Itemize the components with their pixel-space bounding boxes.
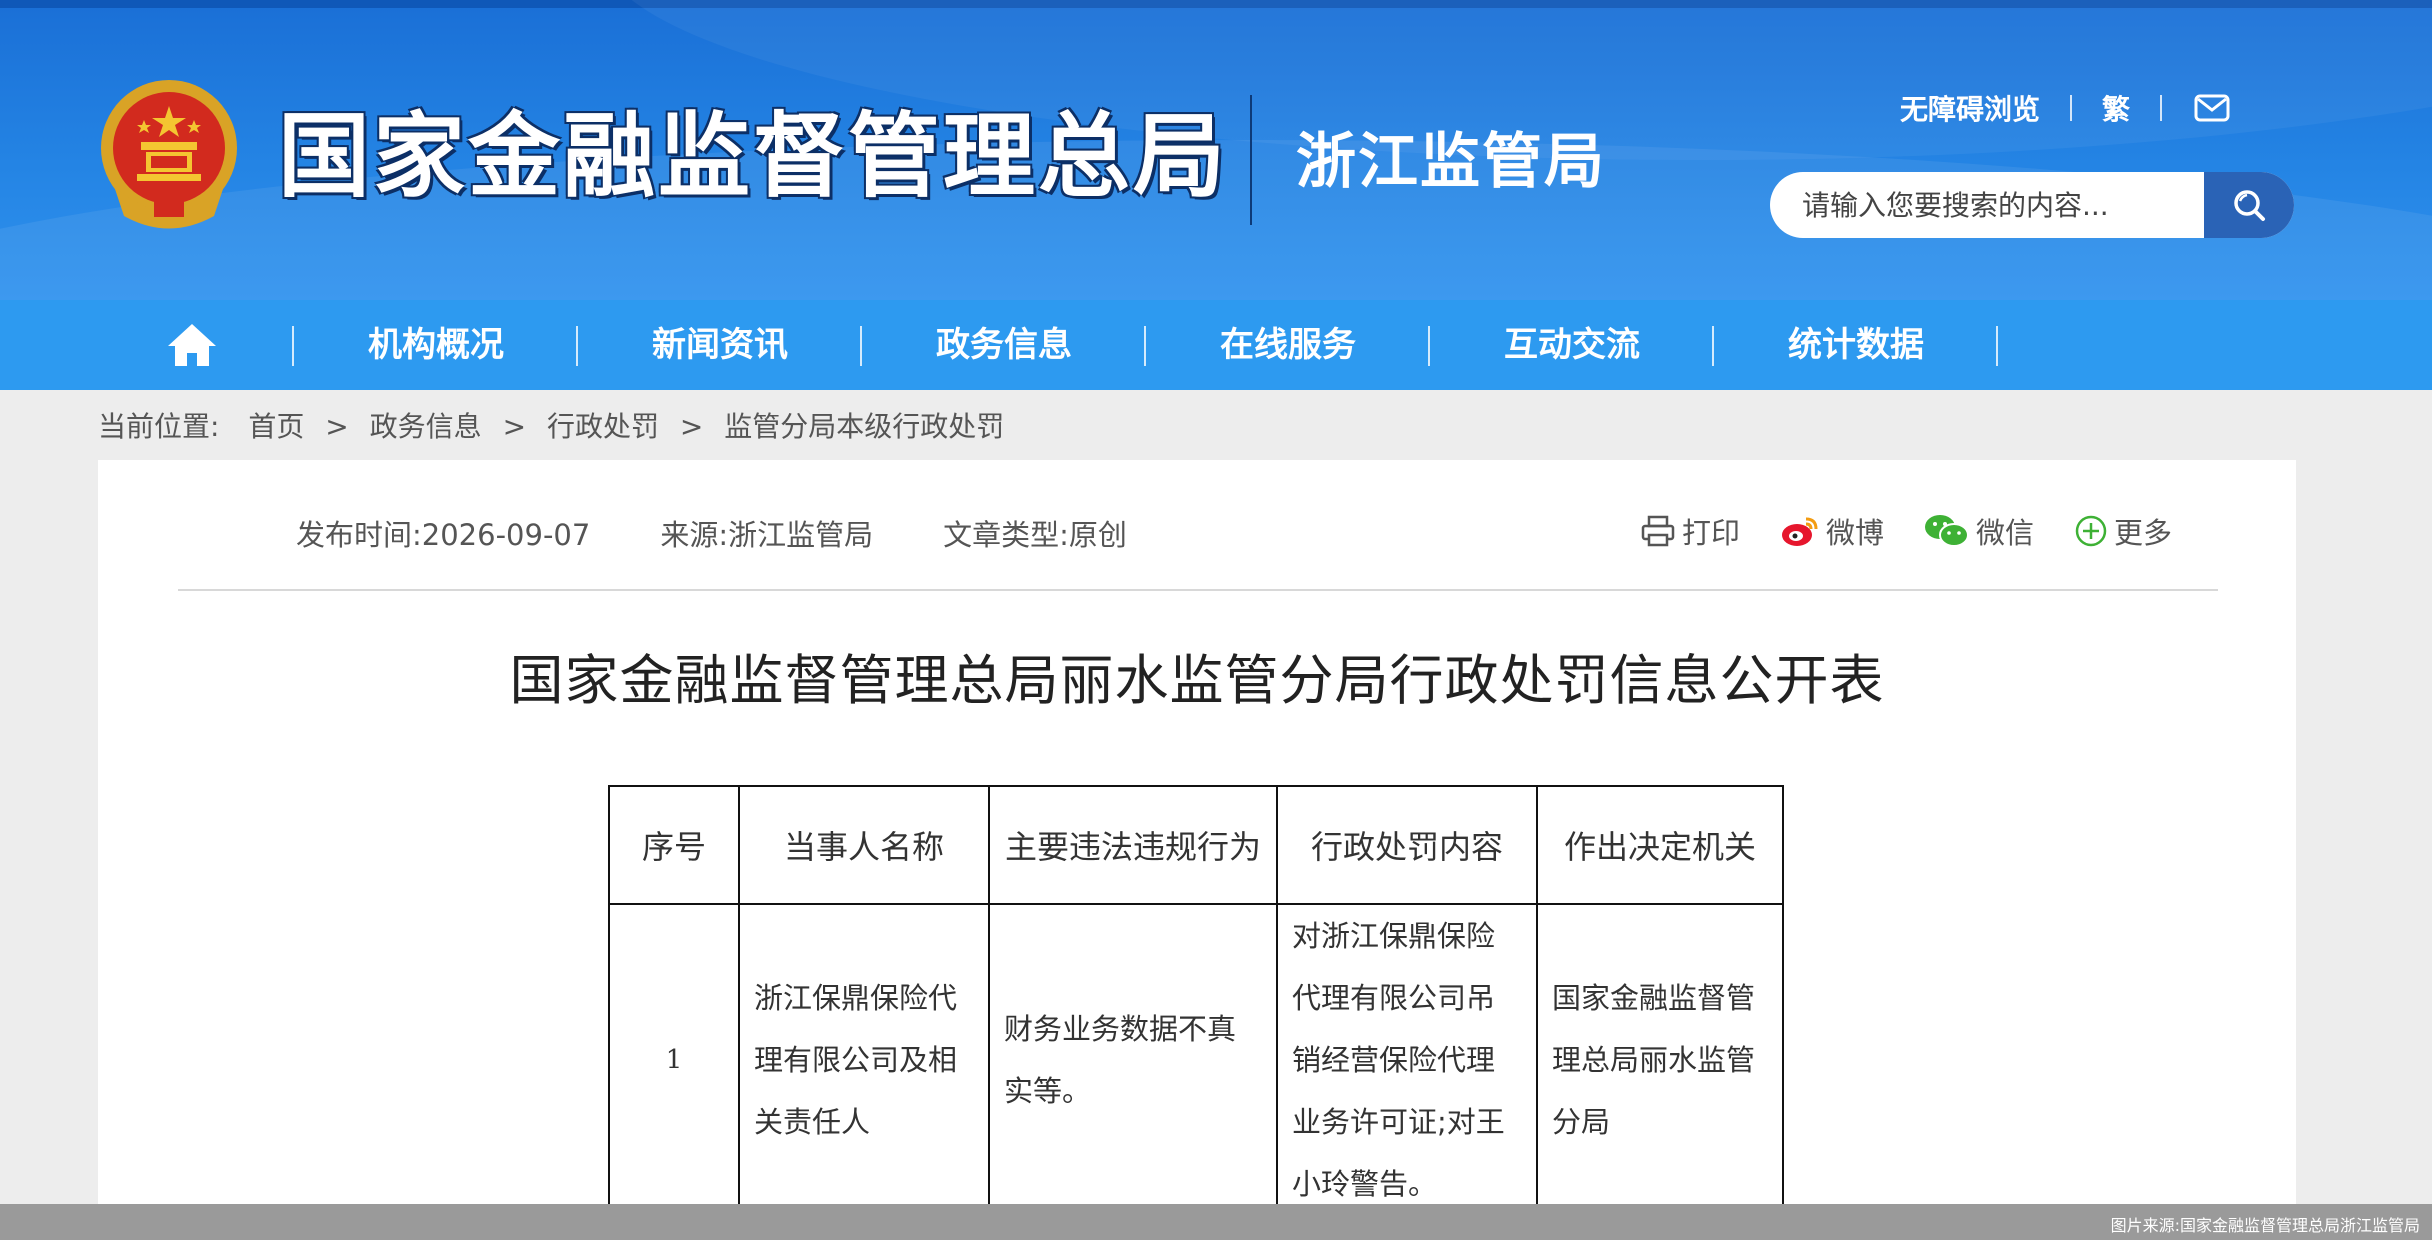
traditional-chinese-link[interactable]: 繁 (2102, 88, 2130, 128)
nav-item-online-service[interactable]: 在线服务 (1146, 300, 1430, 390)
table-row: 1 浙江保鼎保险代理有限公司及相关责任人 财务业务数据不真实等。 对浙江保鼎保险… (608, 903, 1784, 1217)
wechat-share-button[interactable]: 微信 (1924, 510, 2034, 552)
more-share-button[interactable]: 更多 (2074, 510, 2172, 552)
image-source-note: 图片来源:国家金融监督管理总局浙江监管局 (2110, 1216, 2420, 1235)
nav-item-government-info[interactable]: 政务信息 (862, 300, 1146, 390)
publish-time: 发布时间:2026-09-07 (296, 518, 591, 552)
printer-icon (1641, 515, 1675, 547)
penalty-table: 序号 当事人名称 主要违法违规行为 行政处罚内容 作出决定机关 1 浙江保鼎保险… (608, 785, 1784, 1217)
bottom-bar (0, 1204, 2432, 1240)
top-links: 无障碍浏览 繁 (1900, 88, 2232, 128)
column-header-party: 当事人名称 (738, 785, 990, 905)
nav-separator (1996, 326, 1998, 366)
breadcrumb-label: 当前位置: (98, 410, 220, 443)
home-icon[interactable] (166, 320, 218, 370)
site-name: 国家金融监督管理总局 (278, 103, 1229, 210)
print-button[interactable]: 打印 (1640, 510, 1740, 552)
cell-violation: 财务业务数据不真实等。 (988, 903, 1278, 1217)
nav-item-statistics[interactable]: 统计数据 (1714, 300, 1998, 390)
link-separator (2160, 95, 2163, 121)
print-label: 打印 (1682, 516, 1741, 550)
table-header-row: 序号 当事人名称 主要违法违规行为 行政处罚内容 作出决定机关 (608, 785, 1784, 905)
weibo-icon (1782, 517, 1818, 546)
article-type: 文章类型:原创 (943, 518, 1127, 552)
wechat-label: 微信 (1976, 516, 2035, 550)
article-source: 来源:浙江监管局 (660, 518, 874, 552)
article-title: 国家金融监督管理总局丽水监管分局行政处罚信息公开表 (509, 649, 1885, 712)
cell-penalty: 对浙江保鼎保险代理有限公司吊销经营保险代理业务许可证;对王小玲警告。 (1276, 903, 1538, 1217)
wechat-icon (1925, 515, 1970, 547)
column-header-violation: 主要违法违规行为 (988, 785, 1278, 905)
column-header-no: 序号 (608, 785, 740, 905)
link-separator (2070, 95, 2073, 121)
search-button[interactable] (2204, 172, 2294, 238)
breadcrumb-penalty[interactable]: 行政处罚 (547, 410, 659, 443)
header-divider (1250, 95, 1252, 225)
nav-item-interaction[interactable]: 互动交流 (1430, 300, 1714, 390)
search-box (1770, 172, 2294, 238)
article-meta: 发布时间:2026-09-07 来源:浙江监管局 文章类型:原创 (296, 512, 1127, 554)
share-bar: 打印 微博 微信 更多 (1640, 510, 2172, 552)
mail-icon[interactable] (2192, 88, 2232, 128)
national-emblem-icon (101, 80, 237, 229)
weibo-label: 微博 (1826, 516, 1885, 550)
cell-party: 浙江保鼎保险代理有限公司及相关责任人 (738, 903, 990, 1217)
nav-item-about[interactable]: 机构概况 (294, 300, 578, 390)
nav-item-news[interactable]: 新闻资讯 (578, 300, 862, 390)
cell-authority: 国家金融监督管理总局丽水监管分局 (1536, 903, 1784, 1217)
search-input[interactable] (1770, 172, 2206, 238)
column-header-penalty: 行政处罚内容 (1276, 785, 1538, 905)
meta-divider (178, 589, 2218, 591)
search-icon (2234, 190, 2265, 221)
breadcrumb-separator: > (679, 410, 704, 443)
breadcrumb-separator: > (325, 410, 349, 443)
sub-site-name: 浙江监管局 (1296, 127, 1606, 197)
breadcrumb: 当前位置: 首页 > 政务信息 > 行政处罚 > 监管分局本级行政处罚 (98, 404, 1004, 450)
article-card: 发布时间:2026-09-07 来源:浙江监管局 文章类型:原创 打印 微博 微… (98, 460, 2296, 1240)
breadcrumb-home[interactable]: 首页 (248, 410, 304, 443)
weibo-share-button[interactable]: 微博 (1780, 510, 1884, 552)
column-header-authority: 作出决定机关 (1536, 785, 1784, 905)
plus-circle-icon (2075, 515, 2107, 547)
main-nav: 机构概况 新闻资讯 政务信息 在线服务 互动交流 统计数据 (0, 300, 2432, 390)
cell-no: 1 (608, 903, 740, 1217)
accessible-browse-link[interactable]: 无障碍浏览 (1900, 88, 2040, 128)
breadcrumb-separator: > (502, 410, 527, 443)
site-header: 国家金融监督管理总局 浙江监管局 无障碍浏览 繁 (0, 0, 2432, 300)
breadcrumb-branch-penalty[interactable]: 监管分局本级行政处罚 (724, 410, 1004, 443)
more-label: 更多 (2114, 516, 2173, 550)
breadcrumb-government-info[interactable]: 政务信息 (370, 410, 482, 443)
